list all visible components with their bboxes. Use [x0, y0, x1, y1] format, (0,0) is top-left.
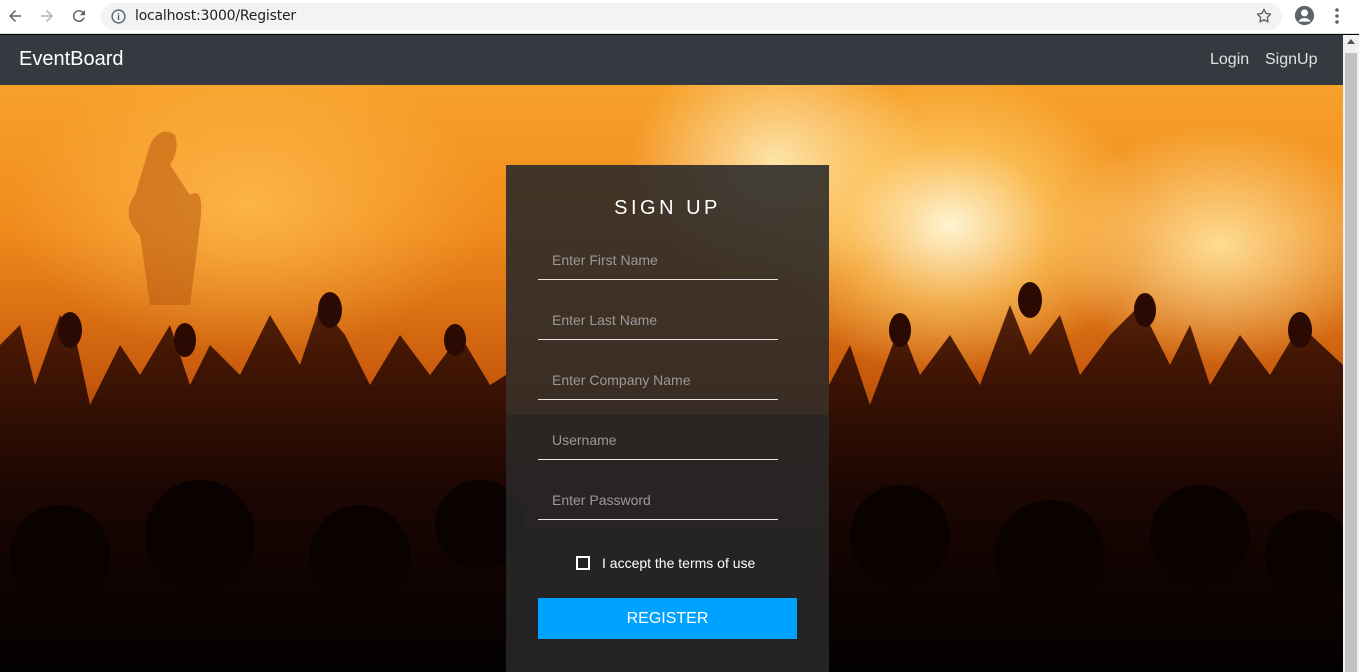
terms-label[interactable]: I accept the terms of use [602, 555, 755, 571]
password-field[interactable] [538, 480, 778, 520]
terms-row[interactable]: I accept the terms of use [576, 553, 755, 573]
signup-title: SIGN UP [614, 197, 721, 219]
nav-link-login[interactable]: Login [1210, 51, 1249, 69]
reload-icon[interactable] [68, 5, 90, 27]
username-input[interactable] [538, 420, 778, 459]
password-input[interactable] [538, 480, 778, 519]
company-name-input[interactable] [538, 360, 778, 399]
last-name-input[interactable] [538, 300, 778, 339]
scroll-up-arrow[interactable] [1347, 39, 1355, 44]
browser-menu-icon[interactable] [1330, 6, 1344, 26]
nav-link-signup[interactable]: SignUp [1265, 51, 1317, 69]
scroll-thumb[interactable] [1345, 53, 1357, 672]
brand-logo[interactable]: EventBoard [19, 48, 124, 71]
url-text[interactable]: localhost:3000/Register [135, 8, 296, 24]
profile-avatar-icon[interactable] [1294, 5, 1315, 26]
site-info-icon[interactable] [110, 8, 127, 25]
back-icon[interactable] [4, 5, 26, 27]
signup-card: SIGN UP I accept the terms of use REGIST… [506, 165, 829, 672]
first-name-input[interactable] [538, 240, 778, 279]
bookmark-star-icon[interactable] [1255, 7, 1273, 25]
browser-toolbar: localhost:3000/Register [0, 0, 1359, 34]
page-scrollbar[interactable] [1343, 35, 1359, 672]
company-name-field[interactable] [538, 360, 778, 400]
address-bar[interactable]: localhost:3000/Register [101, 3, 1282, 30]
register-button[interactable]: REGISTER [538, 598, 797, 639]
forward-icon[interactable] [36, 5, 58, 27]
terms-checkbox[interactable] [576, 556, 590, 570]
first-name-field[interactable] [538, 240, 778, 280]
last-name-field[interactable] [538, 300, 778, 340]
username-field[interactable] [538, 420, 778, 460]
app-navbar: EventBoard Login SignUp [0, 35, 1343, 85]
